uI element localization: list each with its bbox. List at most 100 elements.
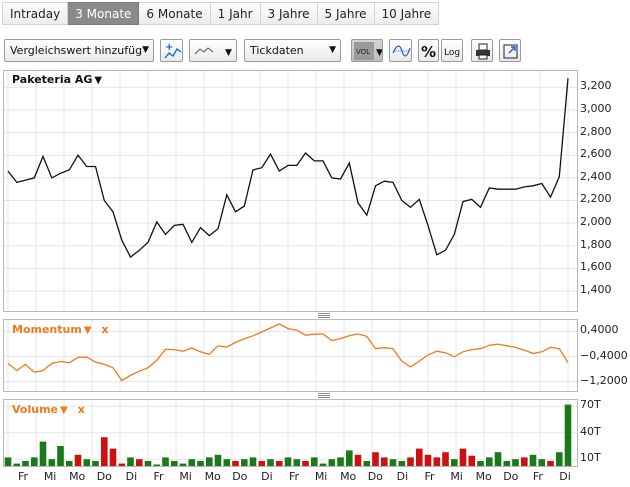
resize-handle-momentum[interactable] [318,313,330,318]
caret-down-icon[interactable]: ▼ [60,405,68,416]
volume-title[interactable]: Volume ▼ x [12,403,85,416]
volume-bar [459,448,467,466]
remove-momentum-button[interactable]: x [102,323,109,336]
log-scale-button[interactable]: Log [441,39,463,62]
volume-bar [249,457,257,466]
tick-data-select[interactable]: Tickdaten ▼ [244,39,341,62]
volume-bar [31,457,38,466]
tab-3-monate[interactable]: 3 Monate [68,2,140,25]
compare-select[interactable]: Vergleichswert hinzufüg ▼ [4,39,154,62]
y-tick-label: −0,4000 [580,348,628,362]
tab-3-jahre[interactable]: 3 Jahre [260,2,318,25]
percent-button[interactable]: % [418,39,439,62]
fullscreen-icon [503,44,518,59]
x-tick-label: Mo [475,470,492,483]
volume-bar [302,461,309,466]
remove-volume-button[interactable]: x [78,403,85,416]
x-tick-label: Di [559,470,571,483]
momentum-panel: Momentum ▼ x [3,319,578,392]
volume-title-text: Volume [12,403,58,416]
volume-bar [521,457,528,466]
volume-icon: VOL ▼ [354,42,382,60]
x-tick-label: Di [396,470,409,483]
x-tick-label: Mi [179,470,192,483]
tab-6-monate[interactable]: 6 Monate [139,2,211,25]
y-tick-label: 2,200 [580,192,612,206]
svg-text:▼: ▼ [225,48,232,58]
y-tick-label: 3,200 [580,79,612,93]
volume-bar [179,463,187,466]
compare-select-label: Vergleichswert hinzufüg [10,44,143,57]
chart-type-select[interactable]: ▼ [189,39,237,62]
x-tick-label: Fr [532,470,543,483]
volume-toggle[interactable]: VOL ▼ [351,39,383,62]
add-indicator-button[interactable]: + [160,39,183,62]
price-panel: Paketeria AG ▼ [3,70,578,312]
volume-bar [433,457,441,466]
x-tick-label: Mi [314,470,328,483]
volume-bar [538,459,546,466]
volume-bar [451,459,458,466]
svg-text:VOL: VOL [356,48,370,56]
percent-icon: % [421,43,436,61]
volume-bar [494,452,502,466]
volume-bar [276,461,283,466]
tab-1-jahr[interactable]: 1 Jahr [210,2,261,25]
volume-bar [328,459,336,466]
volume-bar [39,441,47,466]
resize-handle-volume[interactable] [318,393,330,398]
price-title[interactable]: Paketeria AG ▼ [12,73,102,86]
caret-down-icon[interactable]: ▼ [94,75,102,86]
volume-bar [22,461,29,466]
period-tabs: Intraday 3 Monate 6 Monate 1 Jahr 3 Jahr… [2,2,440,25]
volume-bar [381,457,388,466]
volume-bar [372,452,379,466]
volume-bar [363,461,371,466]
y-tick-label: −1,2000 [580,373,628,387]
volume-bar [547,461,554,466]
volume-bar [486,457,493,466]
volume-bar [57,446,64,466]
oscillator-button[interactable] [389,39,412,62]
volume-bar [13,463,21,466]
volume-bar [136,459,143,466]
print-button[interactable] [471,39,493,62]
volume-bar [424,454,432,466]
line-chart-icon: ▼ [194,47,232,58]
volume-bar [398,461,406,466]
price-chart[interactable] [4,71,578,312]
volume-bar [503,461,511,466]
x-tick-label: Di [261,470,273,483]
volume-bar [337,457,344,466]
volume-bar [101,437,108,466]
x-tick-label: Fr [424,470,435,483]
volume-bar [206,457,213,466]
volume-bar [4,457,12,466]
volume-bar [83,459,91,466]
momentum-title[interactable]: Momentum ▼ x [12,323,109,336]
caret-down-icon[interactable]: ▼ [84,325,92,336]
svg-text:Log: Log [444,48,460,58]
volume-bar [74,454,82,466]
volume-bar [214,454,222,466]
volume-bar [416,448,423,466]
volume-chart[interactable] [4,400,578,467]
tab-intraday[interactable]: Intraday [2,2,69,25]
y-tick-label: 2,800 [580,124,612,138]
volume-bar [477,461,484,466]
volume-bar [293,459,301,466]
x-tick-label: Di [125,470,138,483]
svg-text:%: % [421,43,436,61]
x-tick-label: Fr [153,470,164,483]
fullscreen-button[interactable] [499,39,521,62]
volume-bar [223,459,231,466]
volume-bar [232,461,239,466]
volume-panel: Volume ▼ x [3,399,578,467]
volume-bar [354,454,362,466]
volume-bar [529,454,537,466]
tab-5-jahre[interactable]: 5 Jahre [317,2,375,25]
tab-10-jahre[interactable]: 10 Jahre [374,2,440,25]
y-tick-label: 3,000 [580,101,612,115]
wave-icon [392,45,411,57]
x-tick-label: Mo [204,470,221,483]
